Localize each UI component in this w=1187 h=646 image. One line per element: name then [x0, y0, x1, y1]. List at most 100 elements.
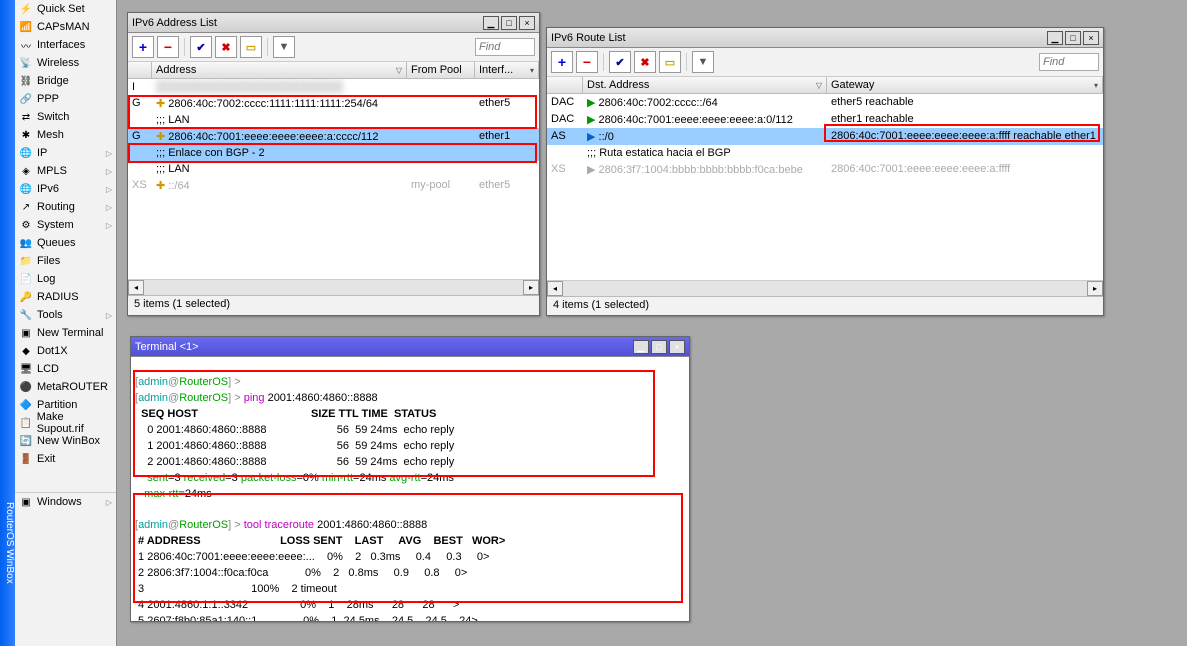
- menu-item-mpls[interactable]: ◈MPLS▷: [15, 162, 116, 180]
- menu-icon: ↗: [19, 200, 33, 214]
- enable-button[interactable]: ✔: [609, 51, 631, 73]
- col-interface[interactable]: Interf...▾: [475, 62, 539, 78]
- menu-item-log[interactable]: 📄Log: [15, 270, 116, 288]
- terminal-output[interactable]: [admin@RouterOS] > [admin@RouterOS] > pi…: [131, 357, 689, 621]
- minimize-button[interactable]: ▁: [1047, 31, 1063, 45]
- scroll-right-button[interactable]: ▸: [523, 280, 539, 295]
- disable-button[interactable]: ✖: [215, 36, 237, 58]
- toolbar: + − ✔ ✖ ▭ ▼: [547, 48, 1103, 77]
- menu-icon: 📁: [19, 254, 33, 268]
- table-row[interactable]: ;;; Ruta estatica hacia el BGP: [547, 145, 1103, 161]
- menu-item-radius[interactable]: 🔑RADIUS: [15, 288, 116, 306]
- grid-header[interactable]: Dst. Address▽ Gateway▾: [547, 77, 1103, 94]
- disable-button[interactable]: ✖: [634, 51, 656, 73]
- grid-header[interactable]: Address▽ From Pool Interf...▾: [128, 62, 539, 79]
- menu-item-dot1x[interactable]: ◆Dot1X: [15, 342, 116, 360]
- horizontal-scrollbar[interactable]: ◂ ▸: [547, 280, 1103, 296]
- find-input[interactable]: [1039, 53, 1099, 71]
- table-row[interactable]: ;;; Enlace con BGP - 2: [128, 145, 539, 161]
- maximize-button[interactable]: □: [501, 16, 517, 30]
- menu-item-new-terminal[interactable]: ▣New Terminal: [15, 324, 116, 342]
- col-dst[interactable]: Dst. Address▽: [583, 77, 827, 93]
- window-titlebar[interactable]: IPv6 Route List ▁ □ ×: [547, 28, 1103, 48]
- table-row[interactable]: ;;; LAN: [128, 161, 539, 177]
- scroll-left-button[interactable]: ◂: [128, 280, 144, 295]
- submenu-arrow-icon: ▷: [106, 311, 112, 320]
- menu-item-queues[interactable]: 👥Queues: [15, 234, 116, 252]
- remove-button[interactable]: −: [157, 36, 179, 58]
- scroll-track[interactable]: [563, 281, 1087, 296]
- submenu-arrow-icon: ▷: [106, 498, 112, 507]
- menu-item-files[interactable]: 📁Files: [15, 252, 116, 270]
- col-flag[interactable]: [547, 77, 583, 93]
- address-grid[interactable]: I████████████████████████G✚ 2806:40c:700…: [128, 79, 539, 279]
- table-row[interactable]: XS▶ 2806:3f7:1004:bbbb:bbbb:bbbb:f0ca:be…: [547, 161, 1103, 178]
- window-title: IPv6 Address List: [132, 17, 481, 29]
- filter-button[interactable]: ▼: [273, 36, 295, 58]
- scroll-right-button[interactable]: ▸: [1087, 281, 1103, 296]
- close-button[interactable]: ×: [1083, 31, 1099, 45]
- menu-icon: ⚡: [19, 2, 33, 16]
- menu-item-metarouter[interactable]: ⚫MetaROUTER: [15, 378, 116, 396]
- route-grid[interactable]: DAC▶ 2806:40c:7002:cccc::/64ether5 reach…: [547, 94, 1103, 280]
- menu-item-system[interactable]: ⚙System▷: [15, 216, 116, 234]
- terminal-window: Terminal <1> ▁ □ × [admin@RouterOS] > [a…: [130, 336, 690, 622]
- menu-item-windows[interactable]: ▣ Windows ▷: [15, 493, 116, 511]
- menu-icon: ⚫: [19, 380, 33, 394]
- maximize-button[interactable]: □: [651, 340, 667, 354]
- menu-item-tools[interactable]: 🔧Tools▷: [15, 306, 116, 324]
- menu-icon: 📡: [19, 56, 33, 70]
- menu-item-exit[interactable]: 🚪Exit: [15, 450, 116, 468]
- main-menu: ⚡Quick Set📶CAPsMAN〰Interfaces📡Wireless⛓B…: [15, 0, 116, 468]
- minimize-button[interactable]: ▁: [633, 340, 649, 354]
- menu-label: Interfaces: [37, 39, 85, 51]
- close-button[interactable]: ×: [669, 340, 685, 354]
- menu-icon: 🌐: [19, 146, 33, 160]
- table-row[interactable]: DAC▶ 2806:40c:7002:cccc::/64ether5 reach…: [547, 94, 1103, 111]
- table-row[interactable]: AS▶ ::/02806:40c:7001:eeee:eeee:eeee:a:f…: [547, 128, 1103, 145]
- window-titlebar[interactable]: IPv6 Address List ▁ □ ×: [128, 13, 539, 33]
- enable-button[interactable]: ✔: [190, 36, 212, 58]
- col-address[interactable]: Address▽: [152, 62, 407, 78]
- window-title: IPv6 Route List: [551, 32, 1045, 44]
- menu-label: IPv6: [37, 183, 59, 195]
- add-button[interactable]: +: [132, 36, 154, 58]
- close-button[interactable]: ×: [519, 16, 535, 30]
- window-titlebar[interactable]: Terminal <1> ▁ □ ×: [131, 337, 689, 357]
- menu-item-quick-set[interactable]: ⚡Quick Set: [15, 0, 116, 18]
- menu-item-mesh[interactable]: ✱Mesh: [15, 126, 116, 144]
- minimize-button[interactable]: ▁: [483, 16, 499, 30]
- col-flag[interactable]: [128, 62, 152, 78]
- remove-button[interactable]: −: [576, 51, 598, 73]
- menu-label: PPP: [37, 93, 59, 105]
- menu-item-make-supout-rif[interactable]: 📋Make Supout.rif: [15, 414, 116, 432]
- table-row[interactable]: G✚ 2806:40c:7001:eeee:eeee:eeee:a:cccc/1…: [128, 128, 539, 145]
- menu-item-capsman[interactable]: 📶CAPsMAN: [15, 18, 116, 36]
- menu-icon: ⚙: [19, 218, 33, 232]
- menu-item-bridge[interactable]: ⛓Bridge: [15, 72, 116, 90]
- maximize-button[interactable]: □: [1065, 31, 1081, 45]
- menu-item-routing[interactable]: ↗Routing▷: [15, 198, 116, 216]
- table-row[interactable]: XS✚ ::/64my-poolether5: [128, 177, 539, 194]
- table-row[interactable]: ;;; LAN: [128, 112, 539, 128]
- col-frompool[interactable]: From Pool: [407, 62, 475, 78]
- menu-item-ipv6[interactable]: 🌐IPv6▷: [15, 180, 116, 198]
- menu-item-interfaces[interactable]: 〰Interfaces: [15, 36, 116, 54]
- table-row[interactable]: G✚ 2806:40c:7002:cccc:1111:1111:1111:254…: [128, 95, 539, 112]
- menu-item-wireless[interactable]: 📡Wireless: [15, 54, 116, 72]
- scroll-track[interactable]: [144, 280, 523, 295]
- menu-item-lcd[interactable]: 🖥LCD: [15, 360, 116, 378]
- find-input[interactable]: [475, 38, 535, 56]
- add-button[interactable]: +: [551, 51, 573, 73]
- menu-item-ip[interactable]: 🌐IP▷: [15, 144, 116, 162]
- col-gw[interactable]: Gateway▾: [827, 77, 1103, 93]
- comment-button[interactable]: ▭: [659, 51, 681, 73]
- menu-item-ppp[interactable]: 🔗PPP: [15, 90, 116, 108]
- scroll-left-button[interactable]: ◂: [547, 281, 563, 296]
- horizontal-scrollbar[interactable]: ◂ ▸: [128, 279, 539, 295]
- table-row[interactable]: DAC▶ 2806:40c:7001:eeee:eeee:eeee:a:0/11…: [547, 111, 1103, 128]
- table-row[interactable]: I████████████████████████: [128, 79, 539, 95]
- comment-button[interactable]: ▭: [240, 36, 262, 58]
- menu-item-switch[interactable]: ⇄Switch: [15, 108, 116, 126]
- filter-button[interactable]: ▼: [692, 51, 714, 73]
